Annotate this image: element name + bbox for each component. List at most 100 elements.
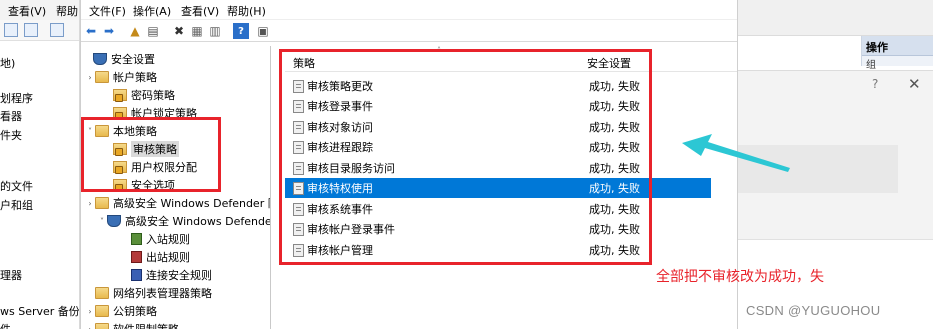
policy-icon bbox=[293, 140, 304, 154]
collapse-arrow-icon[interactable]: ˅ bbox=[85, 127, 95, 136]
policy-name: 审核策略更改 bbox=[307, 80, 373, 93]
tree-item-user-rights-assignment[interactable]: 用户权限分配 bbox=[103, 158, 197, 176]
actions-subitem[interactable]: 组 bbox=[866, 56, 876, 71]
panel-icon[interactable]: ▣ bbox=[255, 23, 271, 39]
forward-arrow-icon[interactable]: ➡ bbox=[101, 23, 117, 39]
delete-icon[interactable]: ✖ bbox=[171, 23, 187, 39]
policy-setting: 成功, 失败 bbox=[589, 182, 640, 195]
tree-label: 密码策略 bbox=[131, 89, 175, 102]
folder-icon bbox=[95, 323, 109, 329]
policy-name: 审核帐户管理 bbox=[307, 244, 373, 257]
policy-row-selected[interactable]: 审核特权使用 成功, 失败 bbox=[285, 178, 711, 198]
tree-item-outbound-rules[interactable]: 出站规则 bbox=[121, 248, 190, 266]
help-question-icon[interactable]: ? bbox=[872, 77, 878, 91]
menu-help[interactable]: 帮助(H) bbox=[227, 3, 266, 19]
tree-item-public-key-policies[interactable]: › 公钥策略 bbox=[85, 302, 157, 320]
tree-item-security-settings[interactable]: 安全设置 bbox=[83, 50, 155, 68]
menu-action[interactable]: 操作(A) bbox=[133, 3, 171, 19]
tree-label: 软件限制策略 bbox=[113, 321, 179, 329]
export-list-icon[interactable]: ▥ bbox=[207, 23, 223, 39]
bg-refresh-icon[interactable] bbox=[4, 23, 18, 37]
lock-folder-icon bbox=[113, 143, 127, 156]
help-icon[interactable]: ? bbox=[233, 23, 249, 39]
tree-label: 出站规则 bbox=[146, 251, 190, 264]
tree-label-selected: 审核策略 bbox=[131, 141, 179, 157]
policy-icon bbox=[293, 222, 304, 236]
tree-label: 安全选项 bbox=[131, 179, 175, 192]
actions-panel: 操作 组 bbox=[861, 36, 933, 71]
lock-folder-icon bbox=[113, 179, 127, 192]
bg-tree-item[interactable]: 划程序 bbox=[0, 90, 33, 106]
policy-icon bbox=[293, 99, 304, 113]
menu-file[interactable]: 文件(F) bbox=[89, 3, 126, 19]
policy-row[interactable]: 审核登录事件 成功, 失败 bbox=[285, 96, 711, 116]
bg-help-icon[interactable] bbox=[50, 23, 64, 37]
tree-item-firewall-policy[interactable]: › 高级安全 Windows Defender 防火 bbox=[85, 194, 270, 212]
properties-icon[interactable]: ▦ bbox=[189, 23, 205, 39]
policy-icon bbox=[293, 161, 304, 175]
tree-label: 本地策略 bbox=[113, 125, 157, 138]
column-header-setting[interactable]: 安全设置 bbox=[587, 55, 631, 71]
policy-icon bbox=[293, 79, 304, 93]
toolbar: ⬅ ➡ ▲ ▤ ✖ ▦ ▥ ? ▣ bbox=[81, 20, 737, 42]
bg-tree-item[interactable]: 件夹 bbox=[0, 127, 22, 143]
collapse-arrow-icon[interactable]: ˅ bbox=[97, 217, 107, 226]
tree-label: 安全设置 bbox=[111, 53, 155, 66]
policy-row[interactable]: 审核进程跟踪 成功, 失败 bbox=[285, 137, 711, 157]
tree-label: 用户权限分配 bbox=[131, 161, 197, 174]
policy-row[interactable]: 审核系统事件 成功, 失败 bbox=[285, 199, 711, 219]
bg-tree-item[interactable]: 的文件 bbox=[0, 178, 33, 194]
bg-tree-item[interactable]: 户和组 bbox=[0, 197, 33, 213]
policy-icon bbox=[293, 243, 304, 257]
bg-tree-item[interactable]: 地) bbox=[0, 55, 15, 71]
menu-view[interactable]: 查看(V) bbox=[181, 3, 219, 19]
policy-setting: 成功, 失败 bbox=[589, 100, 640, 113]
lock-folder-icon bbox=[113, 161, 127, 174]
up-folder-icon[interactable]: ▲ bbox=[127, 23, 143, 39]
tree-label: 高级安全 Windows Defender I bbox=[125, 215, 271, 228]
policy-row[interactable]: 审核帐户管理 成功, 失败 bbox=[285, 240, 711, 260]
tree-item-security-options[interactable]: 安全选项 bbox=[103, 176, 175, 194]
tree-item-connection-security-rules[interactable]: 连接安全规则 bbox=[121, 266, 212, 284]
tree-item-inbound-rules[interactable]: 入站规则 bbox=[121, 230, 190, 248]
expand-arrow-icon[interactable]: › bbox=[85, 307, 95, 316]
policy-row[interactable]: 审核帐户登录事件 成功, 失败 bbox=[285, 219, 711, 239]
bg-export-icon[interactable] bbox=[24, 23, 38, 37]
bg-menubar: 查看(V) 帮助 bbox=[0, 0, 79, 20]
bg-tree-item[interactable]: 理器 bbox=[0, 267, 22, 283]
folder-icon bbox=[95, 305, 109, 317]
folder-icon bbox=[95, 287, 109, 299]
policy-icon bbox=[293, 202, 304, 216]
tree-item-account-lockout-policy[interactable]: 帐户锁定策略 bbox=[103, 104, 197, 122]
folder-icon bbox=[95, 197, 109, 209]
policy-row[interactable]: 审核策略更改 成功, 失败 bbox=[285, 76, 711, 96]
policy-row[interactable]: 审核对象访问 成功, 失败 bbox=[285, 117, 711, 137]
policy-name: 审核登录事件 bbox=[307, 100, 373, 113]
tree-item-network-list-manager[interactable]: 网络列表管理器策略 bbox=[85, 284, 212, 302]
bg-tree-item[interactable]: 看器 bbox=[0, 108, 22, 124]
tree-item-audit-policy[interactable]: 审核策略 bbox=[103, 140, 179, 158]
tree-item-password-policy[interactable]: 密码策略 bbox=[103, 86, 175, 104]
column-header-policy[interactable]: 策略 bbox=[293, 55, 315, 71]
bg-tree-item[interactable]: 件 bbox=[0, 321, 11, 329]
tree-label: 公钥策略 bbox=[113, 305, 157, 318]
show-tree-icon[interactable]: ▤ bbox=[145, 23, 161, 39]
close-icon[interactable]: ✕ bbox=[908, 75, 921, 93]
policy-row[interactable]: 审核目录服务访问 成功, 失败 bbox=[285, 158, 711, 178]
bg-menu-view[interactable]: 查看(V) bbox=[8, 3, 46, 19]
policy-setting: 成功, 失败 bbox=[589, 244, 640, 257]
bg-menu-help[interactable]: 帮助 bbox=[56, 3, 78, 19]
background-window: 查看(V) 帮助 地) 划程序 看器 件夹 的文件 户和组 理器 ws Serv… bbox=[0, 0, 80, 329]
tree-item-local-policies[interactable]: ˅ 本地策略 bbox=[85, 122, 157, 140]
tree-item-software-restriction[interactable]: › 软件限制策略 bbox=[85, 320, 179, 329]
back-arrow-icon[interactable]: ⬅ bbox=[83, 23, 99, 39]
actions-header: 操作 bbox=[862, 36, 933, 56]
bg-tree-item[interactable]: ws Server 备份 bbox=[0, 303, 79, 319]
policy-icon bbox=[293, 181, 304, 195]
expand-arrow-icon[interactable]: › bbox=[85, 199, 95, 208]
tree-item-firewall-advanced[interactable]: ˅ 高级安全 Windows Defender I bbox=[97, 212, 271, 230]
expand-arrow-icon[interactable]: › bbox=[85, 325, 95, 329]
tree-label: 帐户锁定策略 bbox=[131, 107, 197, 120]
expand-arrow-icon[interactable]: › bbox=[85, 73, 95, 82]
tree-item-account-policies[interactable]: › 帐户策略 bbox=[85, 68, 157, 86]
